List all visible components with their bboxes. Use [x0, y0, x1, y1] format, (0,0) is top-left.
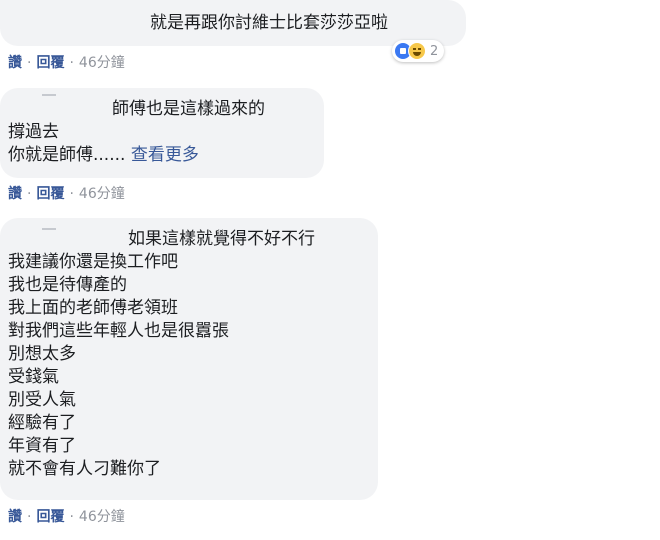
comment-text: 別想太多 [8, 344, 76, 364]
comment-text: 如果這樣就覺得不好不行 [128, 229, 315, 249]
comment-text: 年資有了 [8, 436, 76, 456]
reply-button[interactable]: 回覆 [36, 509, 64, 525]
timestamp[interactable]: 46分鐘 [79, 55, 125, 71]
comment-text: 你就是師傅...... [8, 145, 126, 165]
like-button[interactable]: 讚 [8, 186, 22, 202]
timestamp[interactable]: 46分鐘 [79, 186, 125, 202]
comment-bubble: 如果這樣就覺得不好不行 我建議你還是換工作吧 我也是待傳產的 我上面的老師傅老領… [0, 218, 378, 500]
comment-text-truncated: 你就是師傅...... 查看更多 [8, 144, 324, 167]
like-button[interactable]: 讚 [8, 509, 22, 525]
separator: · [27, 186, 32, 202]
timestamp[interactable]: 46分鐘 [79, 509, 125, 525]
separator: · [27, 55, 32, 71]
mention-mark [42, 94, 56, 96]
reactions-summary[interactable]: 2 [392, 40, 445, 62]
comment-text: 別受人氣 [8, 390, 76, 410]
comment-bubble: 師傅也是這樣過來的 撐過去 你就是師傅...... 查看更多 [0, 88, 324, 178]
comment-text: 經驗有了 [8, 413, 76, 433]
comment-actions: 讚 · 回覆 · 46分鐘 [8, 185, 125, 203]
comment-text: 師傅也是這樣過來的 [112, 99, 265, 119]
reply-button[interactable]: 回覆 [36, 186, 64, 202]
separator: · [27, 509, 32, 525]
comment-text: 我上面的老師傅老領班 [8, 298, 178, 318]
separator: · [69, 186, 74, 202]
comment-text: 受錢氣 [8, 367, 59, 387]
comment-text: 就是再跟你討維士比套莎莎亞啦 [150, 13, 388, 33]
comment-bubble: 就是再跟你討維士比套莎莎亞啦 [0, 0, 466, 46]
comment-text: 就不會有人刁難你了 [8, 459, 161, 479]
reply-button[interactable]: 回覆 [36, 55, 64, 71]
separator: · [69, 55, 74, 71]
see-more-link[interactable]: 查看更多 [131, 145, 199, 165]
comment-text: 我也是待傳產的 [8, 275, 127, 295]
haha-icon [408, 42, 426, 60]
reaction-count: 2 [430, 43, 439, 59]
comment-text: 對我們這些年輕人也是很囂張 [8, 321, 229, 341]
comment-actions: 讚 · 回覆 · 46分鐘 [8, 54, 125, 72]
comment-text: 撐過去 [8, 122, 59, 142]
comment-text: 我建議你還是換工作吧 [8, 252, 178, 272]
separator: · [69, 509, 74, 525]
like-button[interactable]: 讚 [8, 55, 22, 71]
comment-actions: 讚 · 回覆 · 46分鐘 [8, 508, 125, 526]
